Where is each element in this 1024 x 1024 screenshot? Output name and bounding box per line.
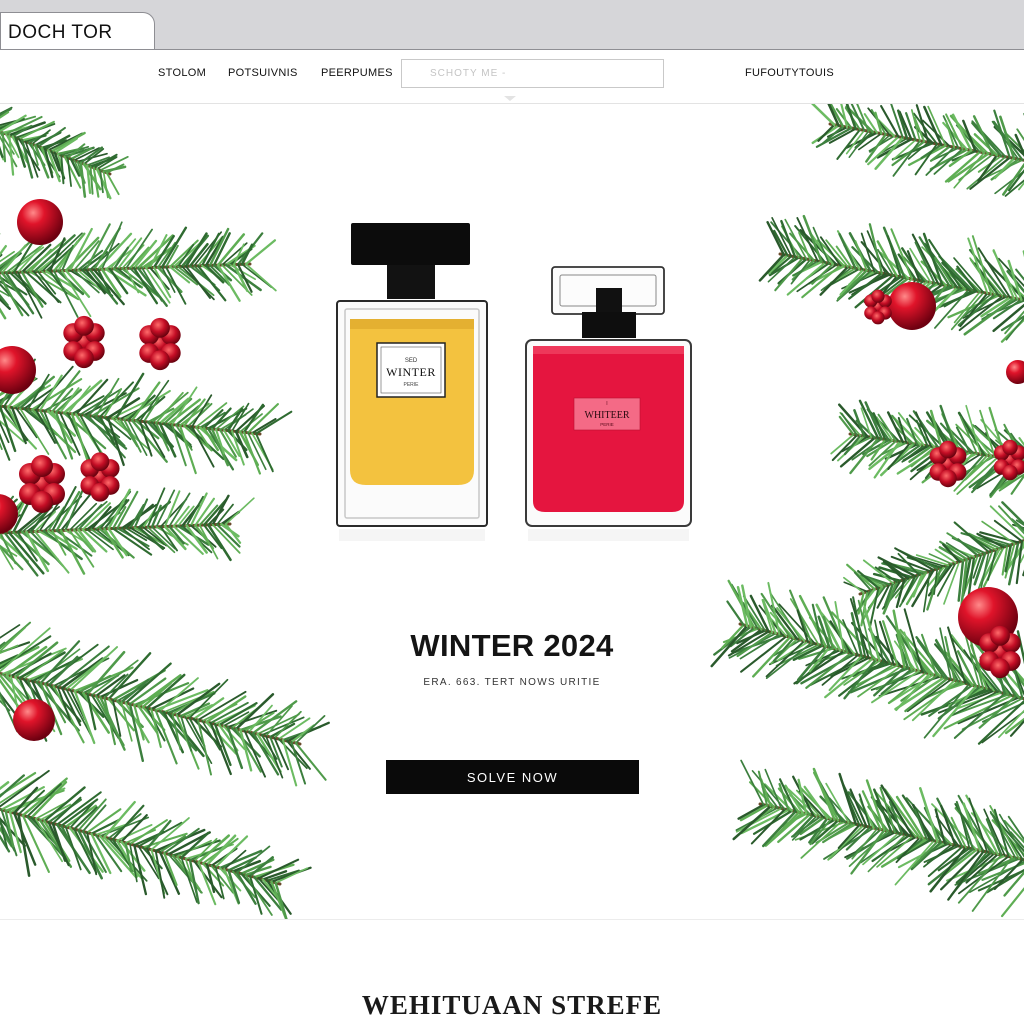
section-divider (0, 919, 1024, 920)
hero-subtitle: ERA. 663. TERT NOWS URITIE (423, 677, 601, 688)
top-navigation: STOLOM POTSUIVNIS PEERPUMES FUFOUTYTOUIS (0, 50, 1024, 104)
browser-tab-title: DOCH TOR (8, 22, 113, 43)
shop-now-button[interactable]: SOLVE NOW (386, 760, 639, 794)
perfume-bottles-display: SED WINTER PERIE I WHITEER PERIE (336, 223, 692, 541)
perfume-bottle-red[interactable]: I WHITEER PERIE (525, 266, 692, 541)
browser-tab[interactable]: DOCH TOR (0, 12, 155, 50)
bottle-label-small: I (606, 401, 607, 407)
nav-link-perfumes[interactable]: PEERPUMES (321, 67, 393, 79)
nav-link-stolom[interactable]: STOLOM (158, 67, 206, 79)
perfume-bottle-yellow[interactable]: SED WINTER PERIE (336, 223, 488, 541)
hero-title: WINTER 2024 (410, 628, 614, 663)
bottle-label-main: WHITEER (585, 410, 630, 421)
nav-link-potsuivnis[interactable]: POTSUIVNIS (228, 67, 298, 79)
search-input[interactable] (401, 59, 664, 88)
nav-link-right[interactable]: FUFOUTYTOUIS (745, 67, 834, 79)
bottle-label-sub: PERIE (403, 382, 419, 388)
dropdown-caret-icon (504, 96, 516, 101)
bottle-label-small: SED (405, 358, 418, 364)
bottle-label-sub: PERIE (600, 422, 614, 427)
footer-heading: WEHITUAAN STREFE (361, 990, 663, 1020)
bottle-label-main: WINTER (386, 365, 436, 379)
